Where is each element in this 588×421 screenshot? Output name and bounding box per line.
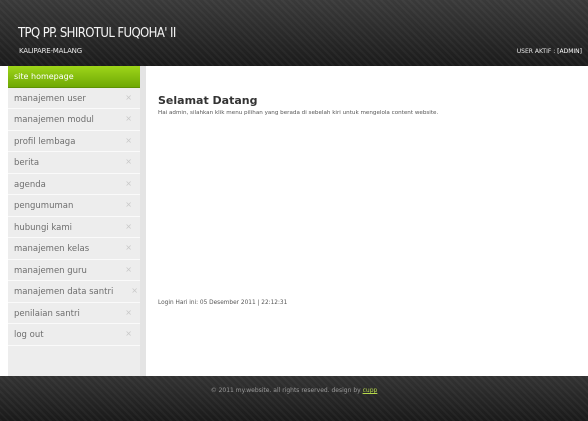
content-area: site homepage manajemen user × manajemen… xyxy=(8,66,588,376)
sidebar-item-manajemen-guru[interactable]: manajemen guru × xyxy=(8,260,140,281)
sidebar-item-log-out[interactable]: log out × xyxy=(8,324,140,346)
active-user-name: [ADMIN] xyxy=(557,48,582,55)
sidebar-item-agenda[interactable]: agenda × xyxy=(8,174,140,195)
close-icon: × xyxy=(131,286,138,295)
footer-designer-link[interactable]: cupp xyxy=(363,387,378,394)
sidebar-item-berita[interactable]: berita × xyxy=(8,152,140,174)
sidebar-item-label: manajemen data santri xyxy=(14,287,114,297)
login-timestamp: Login Hari ini: 05 Desember 2011 | 22:12… xyxy=(158,300,288,306)
close-icon: × xyxy=(125,178,132,188)
close-icon: × xyxy=(125,221,132,231)
sidebar-item-label: pengumuman xyxy=(14,201,74,211)
sidebar-item-manajemen-kelas[interactable]: manajemen kelas × xyxy=(8,238,140,260)
main-content: Selamat Datang Hai admin, silahkan klik … xyxy=(158,94,578,116)
active-user-label: USER AKTIF : xyxy=(516,48,558,55)
header-bar: TPQ PP. SHIROTUL FUQOHA' II KALIPARE-MAL… xyxy=(0,0,588,66)
close-icon: × xyxy=(125,243,132,252)
sidebar-item-pengumuman[interactable]: pengumuman × xyxy=(8,195,140,217)
site-subtitle: KALIPARE-MALANG xyxy=(19,47,82,55)
active-user-status: USER AKTIF : [ADMIN] xyxy=(517,48,582,55)
sidebar-menu: site homepage manajemen user × manajemen… xyxy=(8,66,146,376)
footer-copyright: © 2011 my.website. all rights reserved. … xyxy=(0,387,588,394)
sidebar-item-label: manajemen user xyxy=(14,93,86,104)
sidebar-item-label: manajemen kelas xyxy=(14,244,90,254)
site-title: TPQ PP. SHIROTUL FUQOHA' II xyxy=(18,26,176,41)
footer-bar: © 2011 my.website. all rights reserved. … xyxy=(0,376,588,421)
sidebar-item-profil-lembaga[interactable]: profil lembaga × xyxy=(8,131,140,152)
welcome-message: Hai admin, silahkan klik menu pilihan ya… xyxy=(158,110,439,116)
sidebar-item-label: manajemen guru xyxy=(14,265,87,276)
sidebar-item-label: site homepage xyxy=(14,72,74,81)
sidebar-item-label: log out xyxy=(14,330,44,340)
sidebar-item-penilaian-santri[interactable]: penilaian santri × xyxy=(8,303,140,324)
close-icon: × xyxy=(125,114,132,123)
sidebar-item-manajemen-user[interactable]: manajemen user × xyxy=(8,88,140,109)
sidebar-item-label: penilaian santri xyxy=(14,308,80,319)
sidebar-item-label: berita xyxy=(14,158,40,168)
sidebar-item-manajemen-modul[interactable]: manajemen modul × xyxy=(8,109,140,131)
close-icon: × xyxy=(125,329,132,338)
footer-copyright-text: © 2011 my.website. all rights reserved. … xyxy=(210,387,363,394)
sidebar-item-label: profil lembaga xyxy=(14,136,76,147)
close-icon: × xyxy=(125,200,132,209)
close-icon: × xyxy=(125,264,132,274)
sidebar-item-label: hubungi kami xyxy=(14,222,73,233)
sidebar-item-hubungi-kami[interactable]: hubungi kami × xyxy=(8,217,140,238)
page-title: Selamat Datang xyxy=(158,94,258,107)
sidebar-item-manajemen-data-santri[interactable]: manajemen data santri × xyxy=(8,281,140,303)
close-icon: × xyxy=(125,135,132,145)
close-icon: × xyxy=(125,157,132,166)
sidebar-item-site-homepage[interactable]: site homepage xyxy=(8,66,140,88)
sidebar-item-label: agenda xyxy=(14,179,46,190)
close-icon: × xyxy=(125,92,132,102)
sidebar-item-label: manajemen modul xyxy=(14,115,94,125)
close-icon: × xyxy=(125,307,132,317)
